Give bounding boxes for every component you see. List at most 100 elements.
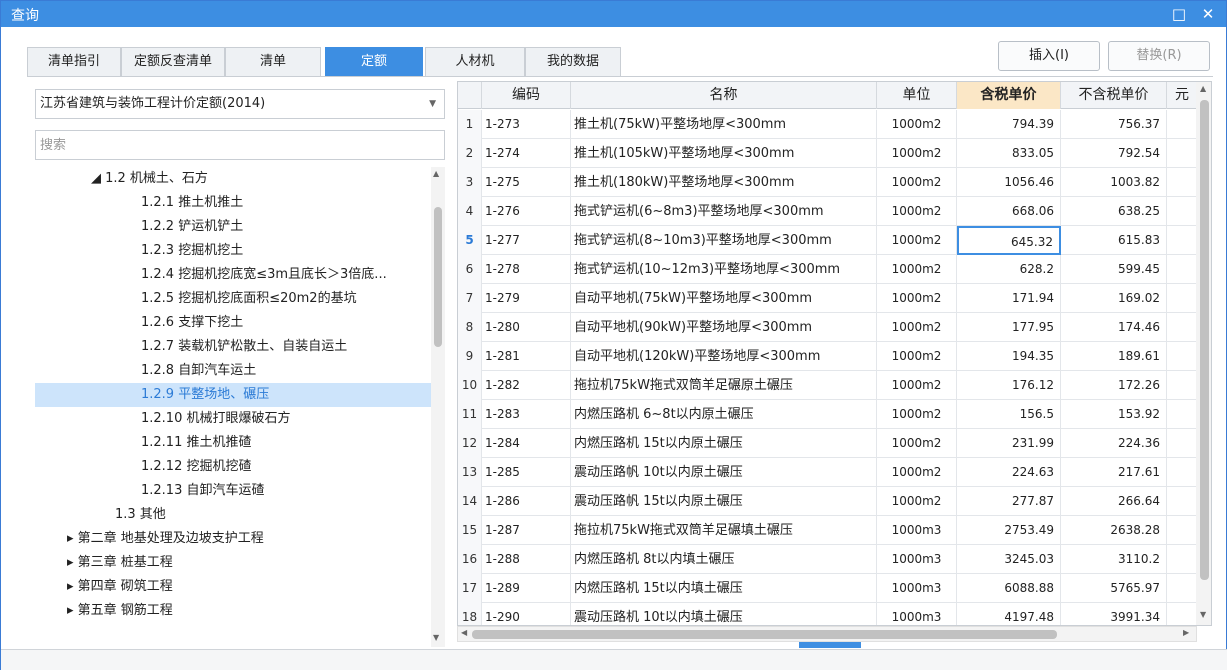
row-name[interactable]: 拖式铲运机(6~8m3)平整场地厚<300mm [571, 197, 877, 226]
row-notax-price[interactable]: 792.54 [1061, 139, 1167, 168]
row-name[interactable]: 内燃压路机 8t以内填土碾压 [571, 545, 877, 574]
row-unit[interactable]: 1000m2 [877, 313, 957, 342]
row-notax-price[interactable]: 217.61 [1061, 458, 1167, 487]
row-name[interactable]: 推土机(180kW)平整场地厚<300mm [571, 168, 877, 197]
row-unit[interactable]: 1000m2 [877, 487, 957, 516]
tab-quota[interactable]: 定额 [325, 47, 423, 77]
tree-node-1-3[interactable]: 1.3 其他 [35, 503, 431, 527]
panel-splitter-handle[interactable] [799, 642, 861, 648]
tree-node-1-2-13[interactable]: 1.2.13 自卸汽车运碴 [35, 479, 431, 503]
row-tax-price[interactable]: 6088.88 [957, 574, 1061, 603]
tree-node-chapter-5[interactable]: ▸ 第五章 钢筋工程 [35, 599, 431, 623]
tree-node-1-2-6[interactable]: 1.2.6 支撑下挖土 [35, 311, 431, 335]
row-name[interactable]: 内燃压路机 15t以内原土碾压 [571, 429, 877, 458]
row-unit[interactable]: 1000m2 [877, 110, 957, 139]
row-name[interactable]: 震动压路帆 15t以内原土碾压 [571, 487, 877, 516]
row-name[interactable]: 震动压路帆 10t以内原土碾压 [571, 458, 877, 487]
tree-node-1-2-11[interactable]: 1.2.11 推土机推碴 [35, 431, 431, 455]
row-notax-price[interactable]: 3991.34 [1061, 603, 1167, 625]
row-name[interactable]: 推土机(105kW)平整场地厚<300mm [571, 139, 877, 168]
col-header-name[interactable]: 名称 [571, 82, 877, 109]
row-unit[interactable]: 1000m2 [877, 139, 957, 168]
table-row[interactable]: 12 1-284 内燃压路机 15t以内原土碾压 1000m2 231.99 224.36 [458, 429, 1198, 458]
table-row[interactable]: 16 1-288 内燃压路机 8t以内填土碾压 1000m3 3245.03 3110.2 [458, 545, 1198, 574]
row-name[interactable]: 拖拉机75kW拖式双筒羊足碾原土碾压 [571, 371, 877, 400]
row-code[interactable]: 1-290 [482, 603, 571, 625]
row-code[interactable]: 1-283 [482, 400, 571, 429]
row-name[interactable]: 拖式铲运机(10~12m3)平整场地厚<300mm [571, 255, 877, 284]
tree-node-1-2[interactable]: ◢ 1.2 机械土、石方 [35, 167, 431, 191]
row-tax-price[interactable]: 156.5 [957, 400, 1061, 429]
row-tax-price[interactable]: 668.06 [957, 197, 1061, 226]
row-name[interactable]: 自动平地机(120kW)平整场地厚<300mm [571, 342, 877, 371]
row-tax-price[interactable]: 194.35 [957, 342, 1061, 371]
col-header-extra[interactable]: 元 [1167, 82, 1198, 109]
col-header-tax-price[interactable]: 含税单价 [957, 82, 1061, 109]
row-notax-price[interactable]: 153.92 [1061, 400, 1167, 429]
row-notax-price[interactable]: 756.37 [1061, 110, 1167, 139]
tree-node-1-2-2[interactable]: 1.2.2 铲运机铲土 [35, 215, 431, 239]
row-unit[interactable]: 1000m2 [877, 226, 957, 255]
table-row[interactable]: 11 1-283 内燃压路机 6~8t以内原土碾压 1000m2 156.5 153.92 [458, 400, 1198, 429]
scroll-down-icon[interactable]: ▼ [1200, 610, 1206, 619]
title-bar[interactable]: 查询 □ ✕ [1, 1, 1226, 27]
maximize-icon[interactable]: □ [1169, 4, 1189, 24]
tree-node-chapter-2[interactable]: ▸ 第二章 地基处理及边坡支护工程 [35, 527, 431, 551]
row-name[interactable]: 拖拉机75kW拖式双筒羊足碾填土碾压 [571, 516, 877, 545]
row-tax-price[interactable]: 2753.49 [957, 516, 1061, 545]
table-scroll-thumb[interactable] [1200, 100, 1209, 580]
row-unit[interactable]: 1000m2 [877, 400, 957, 429]
tree-scroll-thumb[interactable] [434, 207, 442, 347]
row-unit[interactable]: 1000m2 [877, 197, 957, 226]
scroll-up-icon[interactable]: ▲ [433, 169, 439, 178]
row-notax-price[interactable]: 169.02 [1061, 284, 1167, 313]
row-notax-price[interactable]: 638.25 [1061, 197, 1167, 226]
row-code[interactable]: 1-277 [482, 226, 571, 255]
row-notax-price[interactable]: 174.46 [1061, 313, 1167, 342]
row-notax-price[interactable]: 172.26 [1061, 371, 1167, 400]
row-tax-price[interactable]: 231.99 [957, 429, 1061, 458]
row-code[interactable]: 1-281 [482, 342, 571, 371]
row-code[interactable]: 1-273 [482, 110, 571, 139]
row-notax-price[interactable]: 189.61 [1061, 342, 1167, 371]
row-unit[interactable]: 1000m2 [877, 255, 957, 284]
tree-node-1-2-4[interactable]: 1.2.4 挖掘机挖底宽≤3m且底长＞3倍底... [35, 263, 431, 287]
col-header-unit[interactable]: 单位 [877, 82, 957, 109]
row-unit[interactable]: 1000m3 [877, 603, 957, 625]
row-code[interactable]: 1-288 [482, 545, 571, 574]
table-row[interactable]: 2 1-274 推土机(105kW)平整场地厚<300mm 1000m2 833.05 7… [458, 139, 1198, 168]
row-tax-price[interactable]: 794.39 [957, 110, 1061, 139]
table-row[interactable]: 4 1-276 拖式铲运机(6~8m3)平整场地厚<300mm 1000m2 668.0… [458, 197, 1198, 226]
row-unit[interactable]: 1000m3 [877, 545, 957, 574]
col-header-code[interactable]: 编码 [482, 82, 571, 109]
tree-scrollbar[interactable]: ▲ ▼ [431, 167, 445, 647]
scroll-right-icon[interactable]: ▶ [1183, 628, 1189, 637]
row-name[interactable]: 自动平地机(75kW)平整场地厚<300mm [571, 284, 877, 313]
search-input[interactable] [35, 130, 445, 160]
tree-node-1-2-5[interactable]: 1.2.5 挖掘机挖底面积≤20m2的基坑 [35, 287, 431, 311]
row-unit[interactable]: 1000m2 [877, 284, 957, 313]
table-row[interactable]: 8 1-280 自动平地机(90kW)平整场地厚<300mm 1000m2 177.95… [458, 313, 1198, 342]
tree-node-1-2-8[interactable]: 1.2.8 自卸汽车运土 [35, 359, 431, 383]
insert-button[interactable]: 插入(I) [998, 41, 1100, 71]
tab-my-data[interactable]: 我的数据 [525, 47, 621, 77]
scroll-left-icon[interactable]: ◀ [461, 628, 467, 637]
row-unit[interactable]: 1000m2 [877, 429, 957, 458]
row-notax-price[interactable]: 1003.82 [1061, 168, 1167, 197]
tree-node-1-2-12[interactable]: 1.2.12 挖掘机挖碴 [35, 455, 431, 479]
row-notax-price[interactable]: 5765.97 [1061, 574, 1167, 603]
scroll-down-icon[interactable]: ▼ [433, 633, 439, 642]
tree-node-chapter-4[interactable]: ▸ 第四章 砌筑工程 [35, 575, 431, 599]
row-tax-price[interactable]: 628.2 [957, 255, 1061, 284]
row-notax-price[interactable]: 615.83 [1061, 226, 1167, 255]
row-code[interactable]: 1-275 [482, 168, 571, 197]
row-name[interactable]: 推土机(75kW)平整场地厚<300mm [571, 110, 877, 139]
table-row[interactable]: 5 1-277 拖式铲运机(8~10m3)平整场地厚<300mm 1000m2 645.… [458, 226, 1198, 255]
row-unit[interactable]: 1000m2 [877, 371, 957, 400]
row-code[interactable]: 1-284 [482, 429, 571, 458]
table-row[interactable]: 13 1-285 震动压路帆 10t以内原土碾压 1000m2 224.63 217.61 [458, 458, 1198, 487]
replace-button[interactable]: 替换(R) [1108, 41, 1210, 71]
row-tax-price[interactable]: 171.94 [957, 284, 1061, 313]
table-row[interactable]: 10 1-282 拖拉机75kW拖式双筒羊足碾原土碾压 1000m2 176.12 172… [458, 371, 1198, 400]
row-name[interactable]: 内燃压路机 6~8t以内原土碾压 [571, 400, 877, 429]
